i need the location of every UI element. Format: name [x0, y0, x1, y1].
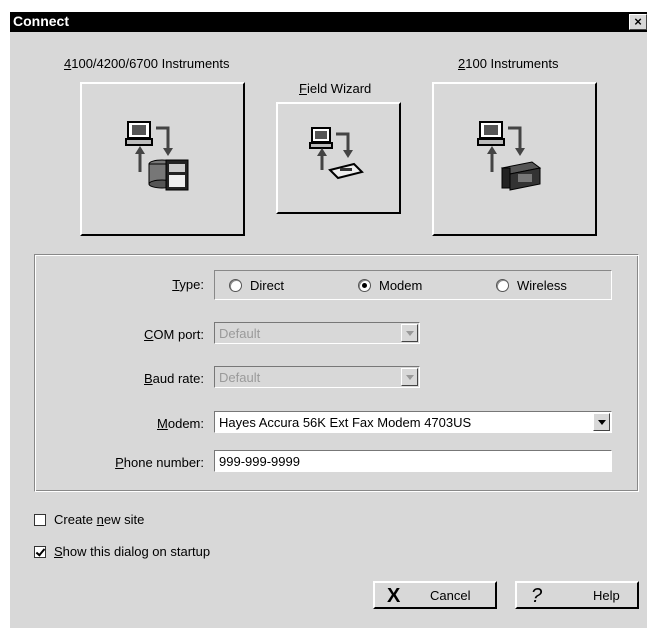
type-radio-modem[interactable]: Modem — [358, 277, 422, 293]
dropdown-arrow-icon — [593, 413, 610, 431]
checkbox-box — [34, 513, 46, 526]
modem-value: Hayes Accura 56K Ext Fax Modem 4703US — [219, 415, 472, 430]
instruments-4100-label: 4100/4200/6700 Instruments — [64, 56, 230, 71]
field-wizard-button[interactable] — [276, 102, 401, 214]
show-on-startup-checkbox[interactable]: Show this dialog on startup — [34, 544, 210, 559]
checkbox-box — [34, 545, 46, 558]
baud-rate-label: Baud rate: — [144, 371, 204, 386]
radio-indicator — [358, 278, 371, 292]
pc-handheld-icon — [125, 121, 189, 191]
pc-instrument-icon — [477, 121, 542, 191]
pc-device-icon — [309, 127, 364, 180]
com-port-select[interactable]: Default — [214, 322, 420, 344]
radio-indicator — [229, 278, 242, 292]
phone-number-input[interactable]: 999-999-9999 — [214, 450, 612, 472]
x-icon: X — [387, 585, 401, 607]
help-button[interactable]: ? Help — [515, 581, 639, 609]
close-icon: × — [634, 14, 642, 29]
com-port-value: Default — [219, 326, 261, 341]
close-button[interactable]: × — [629, 14, 647, 30]
field-wizard-label: Field Wizard — [299, 81, 372, 96]
show-on-startup-label: Show this dialog on startup — [54, 544, 211, 559]
com-port-label: COM port: — [144, 327, 204, 342]
title-bar: Connect × — [10, 12, 647, 32]
baud-rate-value: Default — [219, 370, 261, 385]
question-mark-icon: ? — [531, 585, 543, 607]
radio-indicator — [496, 278, 509, 292]
type-radio-direct[interactable]: Direct — [229, 277, 284, 293]
create-new-site-checkbox[interactable]: Create new site — [34, 512, 144, 527]
radio-label-modem: Modem — [379, 277, 423, 293]
cancel-button[interactable]: X Cancel — [373, 581, 497, 609]
modem-select[interactable]: Hayes Accura 56K Ext Fax Modem 4703US — [214, 411, 612, 433]
type-radio-group: Direct Modem Wireless — [214, 270, 612, 300]
instruments-2100-label: 2100 Instruments — [458, 56, 559, 71]
dropdown-arrow-icon — [401, 324, 418, 342]
instruments-4100-button[interactable] — [80, 82, 245, 236]
dropdown-arrow-icon — [401, 368, 418, 386]
baud-rate-select[interactable]: Default — [214, 366, 420, 388]
type-label: Type: — [172, 277, 204, 292]
help-label: Help — [593, 588, 620, 603]
phone-number-label: Phone number: — [115, 455, 204, 470]
radio-label-direct: Direct — [250, 277, 284, 293]
dialog-title: Connect — [13, 13, 69, 29]
create-new-site-label: Create new site — [54, 512, 145, 527]
connect-dialog: Connect × 4100/4200/6700 Instruments Fie… — [8, 12, 647, 628]
type-radio-wireless[interactable]: Wireless — [496, 277, 567, 293]
instruments-2100-button[interactable] — [432, 82, 597, 236]
cancel-label: Cancel — [430, 588, 471, 603]
modem-label: Modem: — [157, 416, 204, 431]
phone-number-value: 999-999-9999 — [219, 454, 300, 469]
radio-label-wireless: Wireless — [517, 277, 567, 293]
